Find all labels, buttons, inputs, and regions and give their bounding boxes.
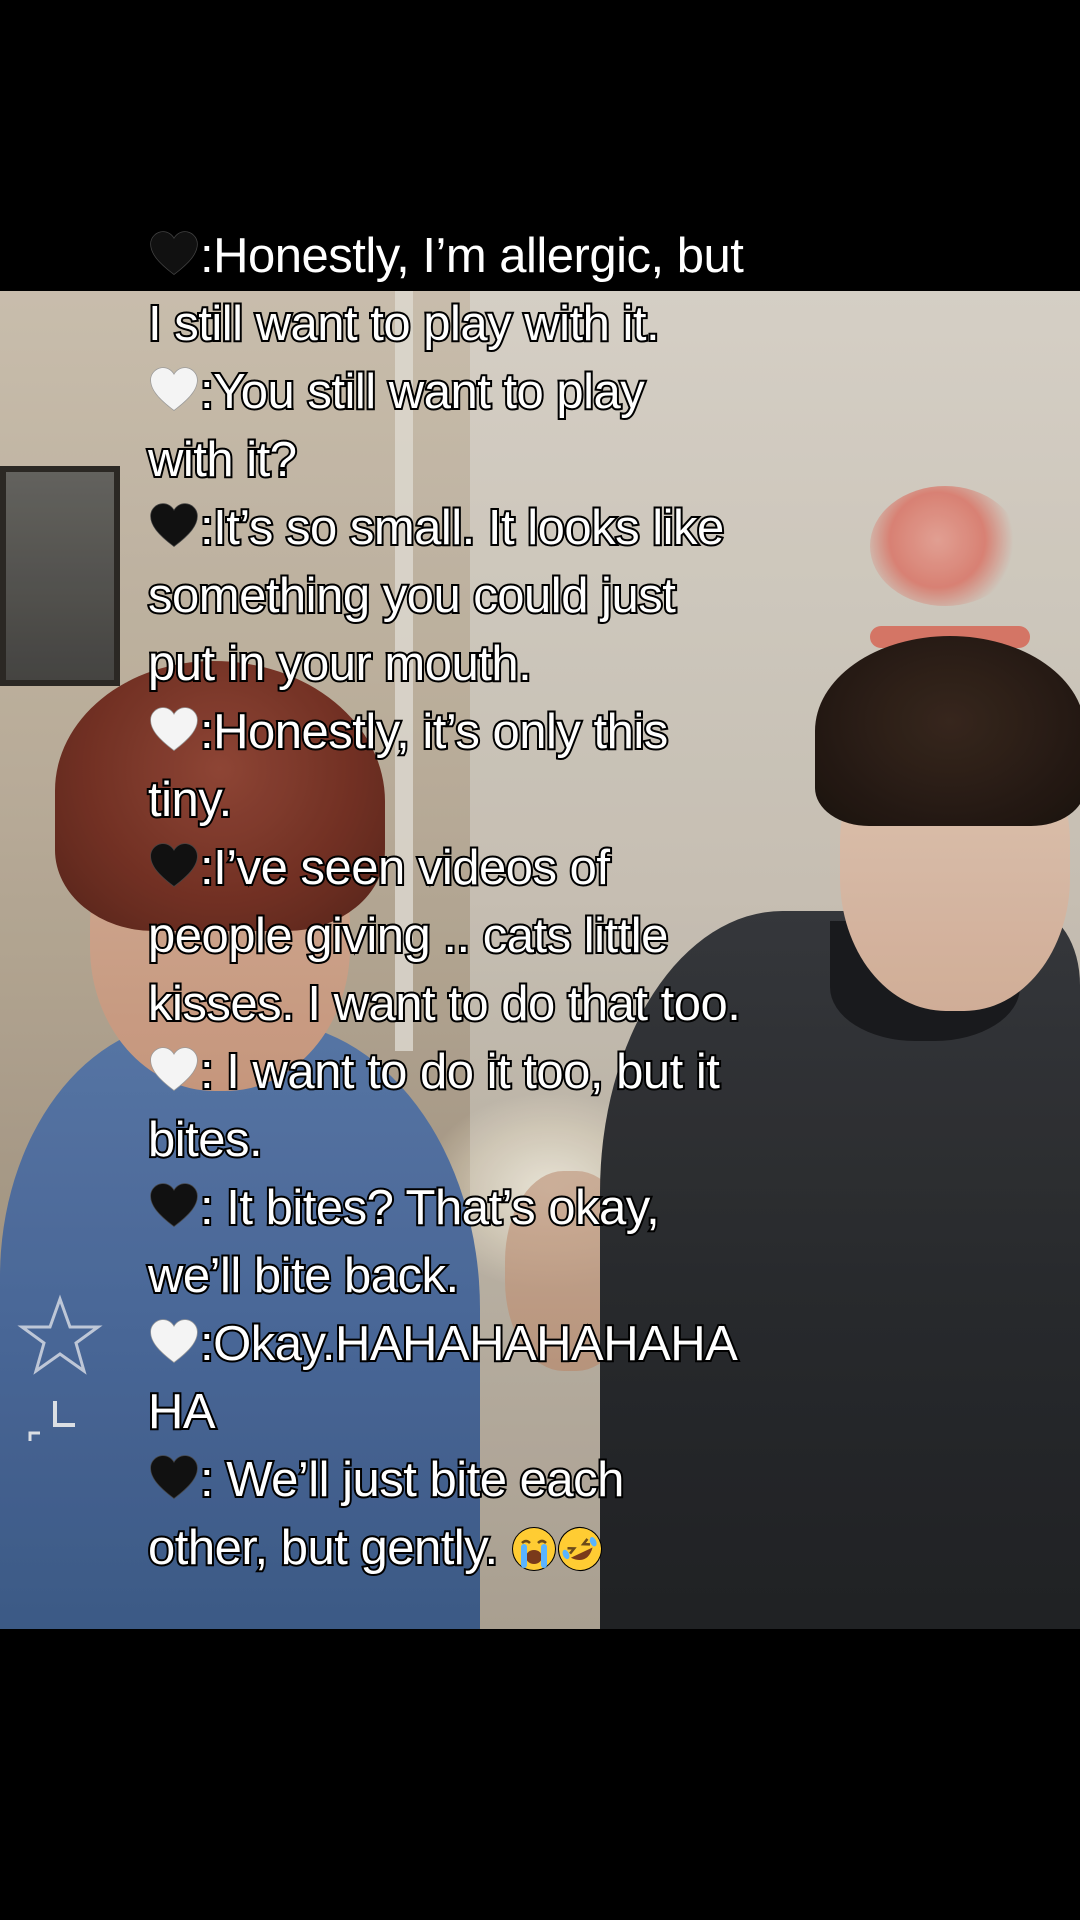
caption-text: :Honestly, I’m allergic, but <box>198 227 746 285</box>
caption-text: :I’ve seen videos of <box>198 839 612 897</box>
caption-text: something you could just <box>146 567 678 625</box>
white-heart-icon <box>150 707 198 751</box>
loudly-crying-face-emoji-icon <box>511 1527 556 1571</box>
white-heart-icon <box>150 1047 198 1091</box>
caption-line: put in your mouth. <box>146 630 908 698</box>
caption-line: something you could just <box>146 562 908 630</box>
caption-text: bites. <box>146 1111 265 1169</box>
caption-text: :You still want to play <box>198 363 647 421</box>
caption-line: : We’ll just bite each <box>148 1446 908 1514</box>
black-heart-icon <box>150 503 198 547</box>
caption-line: people giving .. cats little <box>146 902 908 970</box>
black-heart-icon <box>150 1455 198 1499</box>
caption-line: :Okay.HAHAHAHAHAHA <box>148 1310 908 1378</box>
caption-text: : We’ll just bite each <box>198 1451 626 1509</box>
caption-line: other, but gently. <box>146 1514 908 1582</box>
caption-text: I still want to play with it. <box>146 295 662 353</box>
caption-line: with it? <box>146 426 908 494</box>
video-frame: :Honestly, I’m allergic, but I still wan… <box>0 0 1080 1920</box>
white-heart-icon <box>150 1319 198 1363</box>
caption-line: HA <box>146 1378 908 1446</box>
caption-text: with it? <box>146 431 299 489</box>
caption-text: :It’s so small. It looks like <box>198 499 726 557</box>
caption-line: :I’ve seen videos of <box>148 834 908 902</box>
caption-text: other, but gently. <box>146 1519 511 1577</box>
caption-line: :Honestly, I’m allergic, but <box>148 222 908 290</box>
white-heart-icon <box>150 367 198 411</box>
caption-line: :It’s so small. It looks like <box>148 494 908 562</box>
caption-text: tiny. <box>146 771 234 829</box>
caption-text: put in your mouth. <box>146 635 534 693</box>
caption-text: people giving .. cats little <box>146 907 670 965</box>
caption-text: :Okay.HAHAHAHAHAHA <box>198 1315 740 1373</box>
caption-text: HA <box>146 1383 218 1441</box>
caption-overlay: :Honestly, I’m allergic, but I still wan… <box>146 222 908 1582</box>
black-heart-icon <box>150 1183 198 1227</box>
rolling-on-floor-laughing-emoji-icon <box>557 1527 602 1571</box>
caption-line: we’ll bite back. <box>146 1242 908 1310</box>
caption-text: : It bites? That’s okay, <box>198 1179 662 1237</box>
caption-line: tiny. <box>146 766 908 834</box>
caption-line: I still want to play with it. <box>146 290 908 358</box>
caption-line: :You still want to play <box>148 358 908 426</box>
caption-text: we’ll bite back. <box>146 1247 461 1305</box>
caption-line: kisses. I want to do that too. <box>146 970 908 1038</box>
caption-line: bites. <box>146 1106 908 1174</box>
caption-text: :Honestly, it’s only this <box>198 703 670 761</box>
caption-text: kisses. I want to do that too. <box>146 975 743 1033</box>
caption-line: : I want to do it too, but it <box>148 1038 908 1106</box>
caption-line: :Honestly, it’s only this <box>148 698 908 766</box>
caption-text: : I want to do it too, but it <box>198 1043 722 1101</box>
black-heart-icon <box>150 231 198 275</box>
black-heart-icon <box>150 843 198 887</box>
caption-line: : It bites? That’s okay, <box>148 1174 908 1242</box>
